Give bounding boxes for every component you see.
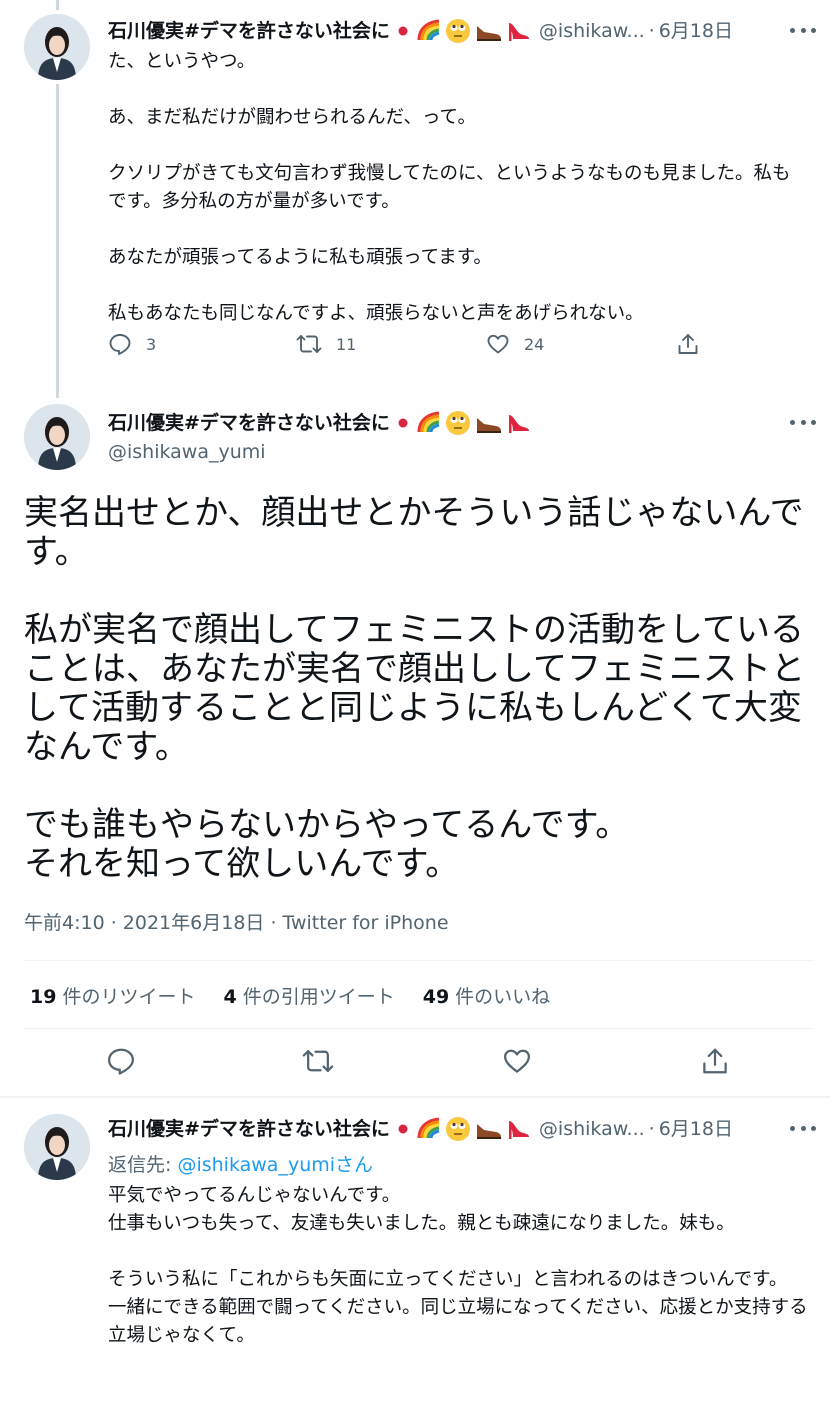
retweet-count: 11 <box>336 334 357 354</box>
retweet-icon <box>296 332 322 356</box>
replying-to: 返信先: @ishikawa_yumiさん <box>108 1150 373 1177</box>
tweet-text: 実名出せとか、顔出せとかそういう話じゃないんです。 私が実名で顔出してフェミニス… <box>24 493 805 884</box>
quotes-number: 4 <box>223 986 237 1008</box>
like-button[interactable] <box>502 1046 532 1080</box>
retweets-stat[interactable]: 19 件のリツイート <box>30 982 195 1009</box>
user-handle[interactable]: @ishikaw... <box>539 19 645 43</box>
high-heel-icon <box>505 1117 531 1141</box>
more-icon[interactable] <box>790 1124 816 1132</box>
likes-number: 49 <box>422 986 450 1008</box>
share-button[interactable] <box>700 1046 730 1080</box>
tweet-text: 平気でやってるんじゃないんです。 仕事もいつも失って、友達も失いました。親とも疎… <box>108 1185 808 1346</box>
separator-dot: · <box>648 20 655 42</box>
like-icon <box>486 332 510 356</box>
mens-shoe-icon <box>474 1118 502 1140</box>
user-handle[interactable]: @ishikaw... <box>539 1117 645 1141</box>
rainbow-icon <box>416 1116 442 1142</box>
avatar[interactable] <box>24 404 90 470</box>
reply-icon <box>106 1048 136 1080</box>
divider <box>24 960 814 961</box>
more-icon[interactable] <box>790 418 816 426</box>
japan-flag-icon <box>392 416 413 430</box>
tweet-actions <box>0 1046 830 1080</box>
display-name[interactable]: 石川優実#デマを許さない社会に <box>108 1117 390 1141</box>
reply-button[interactable]: 3 <box>108 332 156 356</box>
retweets-label: 件のリツイート <box>62 986 196 1008</box>
rainbow-icon <box>416 18 442 44</box>
engagement-stats: 19 件のリツイート 4 件の引用ツイート 49 件のいいね <box>30 982 578 1009</box>
thread-line <box>56 84 59 398</box>
tweet-text: た、というやつ。 あ、まだ私だけが闘わせられるんだ、って。 クソリプがきても文句… <box>108 51 791 324</box>
tweet-header: 石川優実#デマを許さない社会に @ishikaw... · 6月18日 <box>108 18 733 44</box>
retweet-button[interactable]: 11 <box>296 332 356 356</box>
japan-flag-icon <box>392 24 413 38</box>
tweet-date[interactable]: 6月18日 <box>659 1117 733 1141</box>
share-icon <box>700 1048 730 1080</box>
user-handle-row: @ishikawa_yumi <box>108 440 266 464</box>
rolling-eyes-icon <box>445 410 471 436</box>
tweet-1[interactable]: 石川優実#デマを許さない社会に @ishikaw... · 6月18日 た、とい… <box>0 0 830 398</box>
mens-shoe-icon <box>474 412 502 434</box>
tweet-timestamp[interactable]: 午前4:10 · 2021年6月18日 · Twitter for iPhone <box>24 908 449 935</box>
tweet-header: 石川優実#デマを許さない社会に <box>108 410 531 436</box>
reply-button[interactable] <box>106 1046 136 1080</box>
retweets-number: 19 <box>30 986 57 1008</box>
more-icon[interactable] <box>790 26 816 34</box>
retweet-button[interactable] <box>302 1046 334 1080</box>
share-icon <box>676 332 700 356</box>
reply-prefix: 返信先: <box>108 1154 178 1176</box>
japan-flag-icon <box>392 1122 413 1136</box>
retweet-icon <box>302 1050 334 1080</box>
reply-count: 3 <box>146 334 157 354</box>
divider <box>24 1028 814 1029</box>
like-icon <box>502 1049 532 1080</box>
display-name[interactable]: 石川優実#デマを許さない社会に <box>108 411 390 435</box>
high-heel-icon <box>505 411 531 435</box>
high-heel-icon <box>505 19 531 43</box>
like-count: 24 <box>524 334 545 354</box>
tweet-header: 石川優実#デマを許さない社会に @ishikaw... · 6月18日 <box>108 1116 733 1142</box>
likes-label: 件のいいね <box>455 986 551 1008</box>
rolling-eyes-icon <box>445 18 471 44</box>
likes-stat[interactable]: 49 件のいいね <box>423 982 550 1009</box>
reply-icon <box>108 332 132 356</box>
user-handle[interactable]: @ishikawa_yumi <box>108 440 266 464</box>
quotes-label: 件の引用ツイート <box>242 986 395 1008</box>
tweet-date[interactable]: 6月18日 <box>659 19 733 43</box>
reply-suffix: さん <box>335 1154 374 1176</box>
display-name[interactable]: 石川優実#デマを許さない社会に <box>108 19 390 43</box>
quote-tweets-stat[interactable]: 4 件の引用ツイート <box>223 982 394 1009</box>
separator-dot: · <box>648 1118 655 1140</box>
avatar[interactable] <box>24 1114 90 1180</box>
avatar[interactable] <box>24 14 90 80</box>
reply-mention-link[interactable]: @ishikawa_yumi <box>177 1154 335 1176</box>
rolling-eyes-icon <box>445 1116 471 1142</box>
thread-line <box>56 0 59 10</box>
like-button[interactable]: 24 <box>486 332 544 356</box>
mens-shoe-icon <box>474 20 502 42</box>
share-button[interactable] <box>676 332 700 356</box>
rainbow-icon <box>416 410 442 436</box>
